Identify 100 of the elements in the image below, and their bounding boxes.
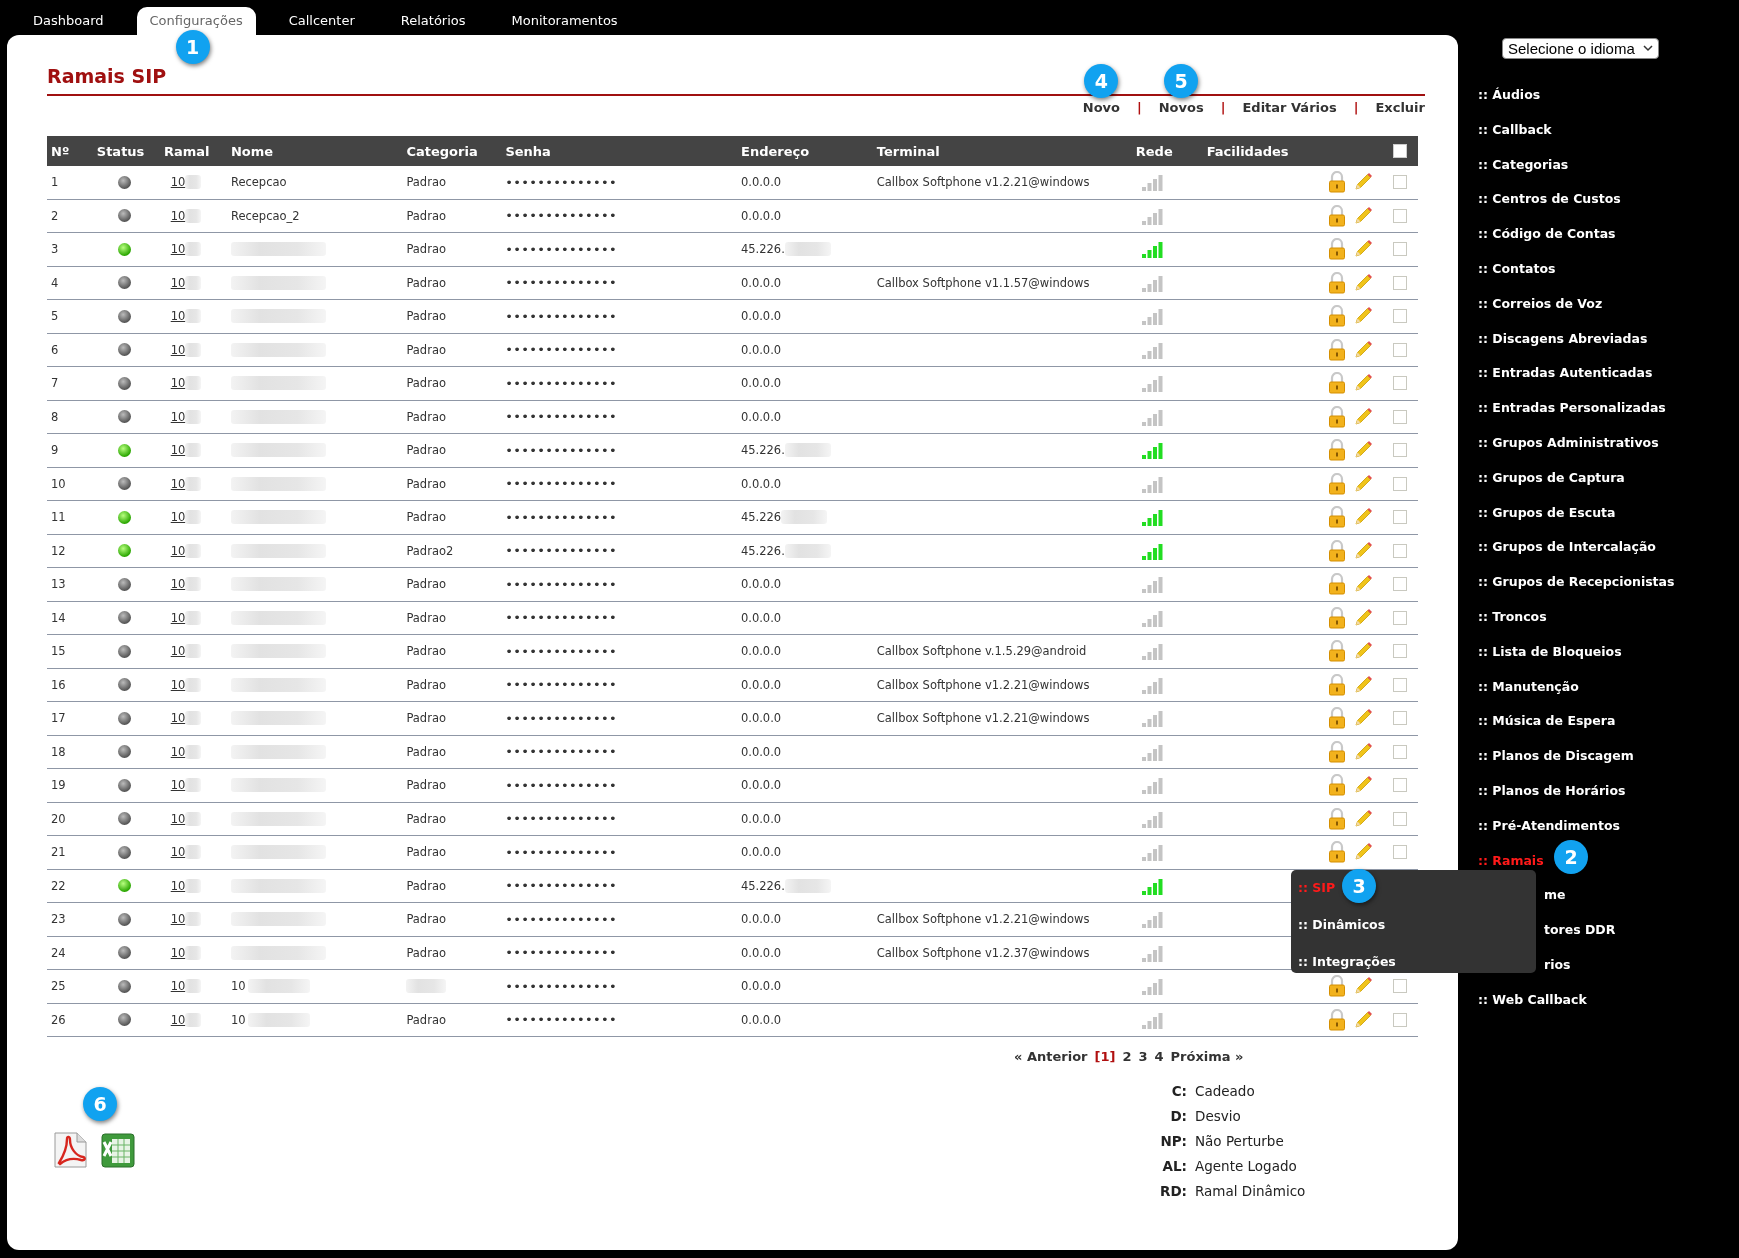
row-checkbox[interactable] xyxy=(1392,1012,1407,1027)
row-checkbox[interactable] xyxy=(1392,744,1407,759)
pencil-icon[interactable] xyxy=(1353,172,1374,193)
sidebar-link[interactable]: :: Entradas Personalizadas xyxy=(1478,400,1666,416)
row-checkbox[interactable] xyxy=(1392,845,1407,860)
row-checkbox[interactable] xyxy=(1392,577,1407,592)
sidebar-link[interactable]: :: Grupos Administrativos xyxy=(1478,434,1659,450)
padlock-icon[interactable] xyxy=(1328,539,1347,562)
padlock-icon[interactable] xyxy=(1328,204,1347,227)
sidebar-link[interactable]: rios xyxy=(1544,956,1571,972)
action-link[interactable]: Novos xyxy=(1158,100,1204,115)
action-link[interactable]: Editar Vários xyxy=(1242,100,1337,115)
sidebar-link[interactable]: :: Web Callback xyxy=(1478,991,1587,1007)
pencil-icon[interactable] xyxy=(1353,339,1374,360)
select-all-checkbox[interactable] xyxy=(1392,144,1407,158)
extension-link[interactable]: 10 xyxy=(170,409,186,424)
nav-tab[interactable]: Dashboard xyxy=(20,7,117,35)
padlock-icon[interactable] xyxy=(1328,271,1347,294)
extension-link[interactable]: 10 xyxy=(170,677,186,692)
padlock-icon[interactable] xyxy=(1328,673,1347,696)
language-select[interactable]: Selecione o idioma xyxy=(1502,38,1659,59)
extension-link[interactable]: 10 xyxy=(170,443,186,458)
sidebar-link[interactable]: :: Grupos de Intercalação xyxy=(1478,539,1656,555)
sidebar-link[interactable]: :: Categorias xyxy=(1478,156,1569,172)
extension-link[interactable]: 10 xyxy=(170,945,186,960)
padlock-icon[interactable] xyxy=(1328,171,1347,194)
extension-link[interactable]: 10 xyxy=(170,577,186,592)
sidebar-link[interactable]: me xyxy=(1544,887,1566,903)
sidebar-link[interactable]: :: Manutenção xyxy=(1478,678,1579,694)
padlock-icon[interactable] xyxy=(1328,338,1347,361)
page-link[interactable]: 3 xyxy=(1138,1049,1148,1064)
padlock-icon[interactable] xyxy=(1328,506,1347,529)
extension-link[interactable]: 10 xyxy=(170,376,186,391)
padlock-icon[interactable] xyxy=(1328,238,1347,261)
sidebar-link[interactable]: :: Discagens Abreviadas xyxy=(1478,330,1648,346)
page-link[interactable]: 2 xyxy=(1122,1049,1132,1064)
row-checkbox[interactable] xyxy=(1392,242,1407,257)
action-link[interactable]: Novo xyxy=(1082,100,1120,115)
extension-link[interactable]: 10 xyxy=(170,510,186,525)
row-checkbox[interactable] xyxy=(1392,409,1407,424)
pencil-icon[interactable] xyxy=(1353,507,1374,528)
pencil-icon[interactable] xyxy=(1353,540,1374,561)
nav-tab[interactable]: Configurações xyxy=(136,7,256,35)
nav-tab[interactable]: Callcenter xyxy=(275,7,368,35)
sidebar-link[interactable]: :: Planos de Horários xyxy=(1478,782,1626,798)
padlock-icon[interactable] xyxy=(1328,774,1347,797)
extension-link[interactable]: 10 xyxy=(170,208,186,223)
extension-link[interactable]: 10 xyxy=(170,275,186,290)
extension-link[interactable]: 10 xyxy=(170,242,186,257)
padlock-icon[interactable] xyxy=(1328,1008,1347,1031)
sidebar-link[interactable]: :: Grupos de Escuta xyxy=(1478,504,1616,520)
row-checkbox[interactable] xyxy=(1392,811,1407,826)
pencil-icon[interactable] xyxy=(1353,976,1374,997)
sidebar-link[interactable]: tores DDR xyxy=(1544,922,1616,938)
padlock-icon[interactable] xyxy=(1328,975,1347,998)
sidebar-link[interactable]: :: Contatos xyxy=(1478,261,1556,276)
extension-link[interactable]: 10 xyxy=(170,744,186,759)
pencil-icon[interactable] xyxy=(1353,741,1374,762)
row-checkbox[interactable] xyxy=(1392,711,1407,726)
pencil-icon[interactable] xyxy=(1353,473,1374,494)
pencil-icon[interactable] xyxy=(1353,406,1374,427)
row-checkbox[interactable] xyxy=(1392,644,1407,659)
sidebar-link[interactable]: :: Lista de Bloqueios xyxy=(1478,643,1622,659)
row-checkbox[interactable] xyxy=(1392,510,1407,525)
pencil-icon[interactable] xyxy=(1353,842,1374,863)
pencil-icon[interactable] xyxy=(1353,708,1374,729)
pencil-icon[interactable] xyxy=(1353,1009,1374,1030)
row-checkbox[interactable] xyxy=(1392,677,1407,692)
extension-link[interactable]: 10 xyxy=(170,979,186,994)
extension-link[interactable]: 10 xyxy=(170,1012,186,1027)
pencil-icon[interactable] xyxy=(1353,440,1374,461)
extension-link[interactable]: 10 xyxy=(170,476,186,491)
pencil-icon[interactable] xyxy=(1353,239,1374,260)
page-link[interactable]: [1] xyxy=(1094,1049,1116,1064)
padlock-icon[interactable] xyxy=(1328,439,1347,462)
sidebar-link[interactable]: :: Ramais xyxy=(1478,852,1544,868)
pencil-icon[interactable] xyxy=(1353,808,1374,829)
padlock-icon[interactable] xyxy=(1328,472,1347,495)
extension-link[interactable]: 10 xyxy=(170,711,186,726)
padlock-icon[interactable] xyxy=(1328,405,1347,428)
sidebar-link[interactable]: :: Correios de Voz xyxy=(1478,295,1603,311)
extension-link[interactable]: 10 xyxy=(170,610,186,625)
row-checkbox[interactable] xyxy=(1392,309,1407,324)
sidebar-link[interactable]: :: Centros de Custos xyxy=(1478,191,1621,207)
previous-page-link[interactable]: « Anterior xyxy=(1014,1049,1088,1064)
padlock-icon[interactable] xyxy=(1328,305,1347,328)
pencil-icon[interactable] xyxy=(1353,373,1374,394)
sidebar-link[interactable]: :: Grupos de Captura xyxy=(1478,469,1625,485)
row-checkbox[interactable] xyxy=(1392,476,1407,491)
padlock-icon[interactable] xyxy=(1328,740,1347,763)
sidebar-link[interactable]: :: Grupos de Recepcionistas xyxy=(1478,574,1675,590)
sidebar-link[interactable]: :: Troncos xyxy=(1478,608,1547,624)
extension-link[interactable]: 10 xyxy=(170,811,186,826)
extension-link[interactable]: 10 xyxy=(170,845,186,860)
pencil-icon[interactable] xyxy=(1353,272,1374,293)
sidebar-link[interactable]: :: Código de Contas xyxy=(1478,226,1616,242)
row-checkbox[interactable] xyxy=(1392,543,1407,558)
row-checkbox[interactable] xyxy=(1392,208,1407,223)
pencil-icon[interactable] xyxy=(1353,574,1374,595)
submenu-item[interactable]: :: Dinâmicos xyxy=(1298,917,1386,932)
